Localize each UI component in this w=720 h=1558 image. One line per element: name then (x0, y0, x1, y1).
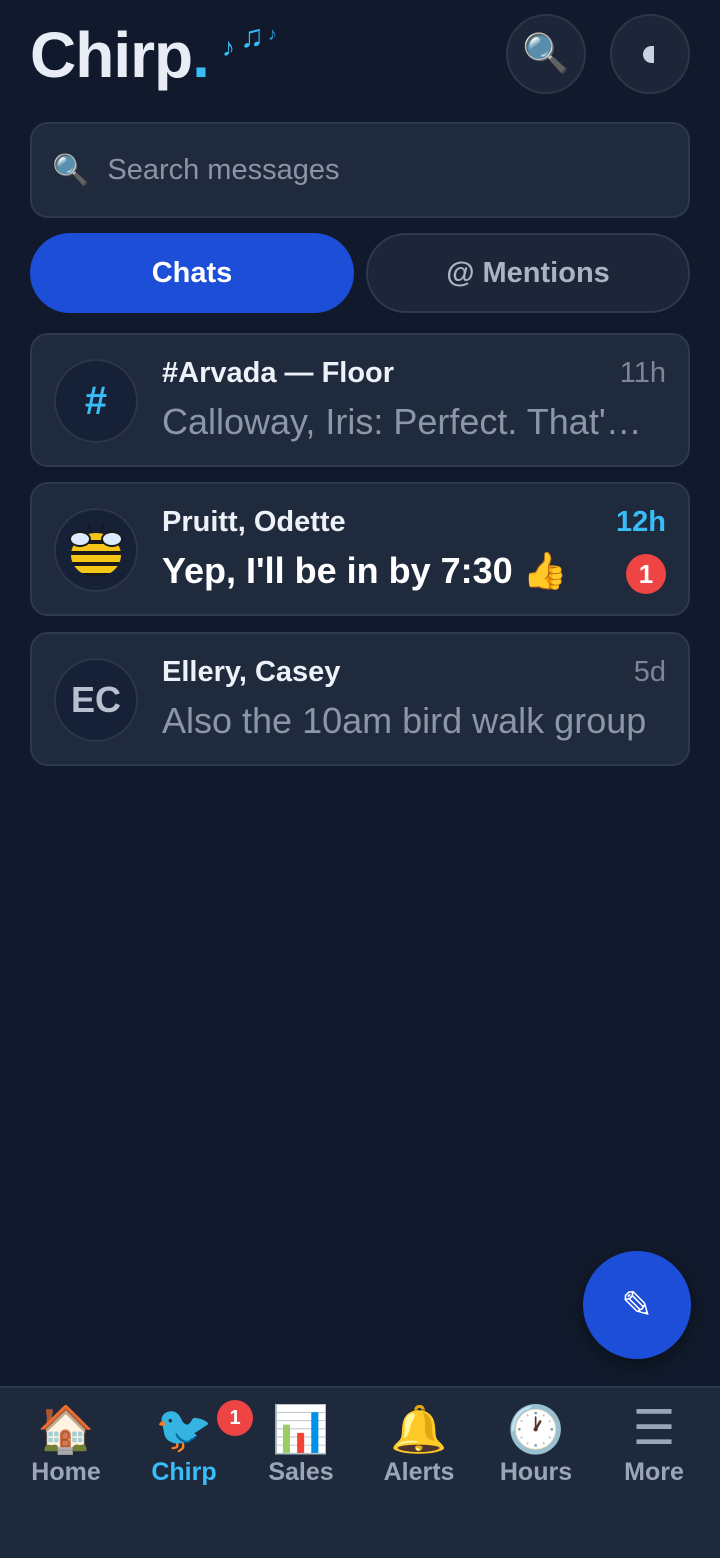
compose-button[interactable]: ✎ (583, 1251, 691, 1359)
menu-icon: ☰ (632, 1402, 676, 1455)
bell-icon: 🔔 (390, 1403, 448, 1455)
chat-name: Pruitt, Odette (162, 506, 346, 538)
tab-mentions[interactable]: @ Mentions (366, 233, 690, 313)
header: Chirp. ♪ ♫ ♪ 🔍 (30, 14, 690, 96)
channel-hash-icon: # (54, 359, 138, 443)
music-notes-icon: ♪ ♫ ♪ (222, 18, 277, 62)
chat-time: 12h (616, 506, 666, 538)
search-icon: 🔍 (522, 33, 570, 75)
avatar: EC (54, 658, 138, 742)
search-button[interactable]: 🔍 (506, 14, 586, 94)
search-input[interactable] (107, 153, 688, 187)
home-icon: 🏠 (37, 1403, 95, 1455)
pencil-icon: ✎ (621, 1284, 653, 1327)
chat-tabs: Chats @ Mentions (30, 233, 690, 313)
nav-label: More (624, 1458, 684, 1486)
nav-label: Alerts (383, 1458, 455, 1486)
chat-time: 11h (619, 357, 666, 389)
unread-badge: 1 (626, 554, 666, 594)
chat-preview: Yep, I'll be in by 7:30 👍 (162, 550, 568, 591)
nav-more[interactable]: ☰ More (595, 1402, 713, 1487)
search-bar: 🔍 (30, 122, 690, 218)
chat-name: #Arvada — Floor (162, 357, 395, 389)
chat-time: 5d (633, 656, 666, 688)
chat-name: Ellery, Casey (162, 656, 341, 688)
nav-hours[interactable]: 🕐 Hours (477, 1402, 595, 1487)
theme-toggle-button[interactable] (610, 14, 690, 94)
chat-item-pruitt-odette[interactable]: Pruitt, Odette 12h Yep, I'll be in by 7:… (30, 482, 690, 616)
chat-preview: Also the 10am bird walk group (162, 700, 647, 741)
search-icon: 🔍 (52, 153, 90, 187)
chart-icon: 📊 (272, 1403, 330, 1455)
chirp-app: Chirp. ♪♫♪ 🔍 🔍 Chats @ Mentions # #Arvad… (0, 0, 720, 1558)
chat-item-ellery-casey[interactable]: EC Ellery, Casey 5d Also the 10am bird w… (30, 632, 690, 766)
avatar (54, 508, 138, 592)
bottom-nav: 🏠 Home 🐦 Chirp 1 📊 Sales 🔔 Alerts 🕐 Hour… (0, 1386, 720, 1558)
chat-item-arvada-floor[interactable]: # #Arvada — Floor 11h Calloway, Iris: Pe… (30, 333, 690, 467)
clock-icon: 🕐 (507, 1403, 565, 1455)
nav-chirp[interactable]: 🐦 Chirp 1 (125, 1400, 253, 1487)
chat-preview: Calloway, Iris: Perfect. That's great (162, 401, 656, 442)
half-moon-icon (642, 45, 654, 63)
nav-label: Chirp (151, 1458, 217, 1486)
app-logo: Chirp. (30, 19, 210, 91)
nav-label: Sales (268, 1458, 334, 1486)
nav-home[interactable]: 🏠 Home (7, 1402, 125, 1487)
nav-sales[interactable]: 📊 Sales (242, 1402, 360, 1487)
nav-alerts[interactable]: 🔔 Alerts (360, 1402, 478, 1487)
nav-label: Hours (499, 1458, 573, 1486)
nav-label: Home (31, 1458, 101, 1486)
bee-icon (69, 522, 123, 577)
tab-chats[interactable]: Chats (30, 233, 354, 313)
